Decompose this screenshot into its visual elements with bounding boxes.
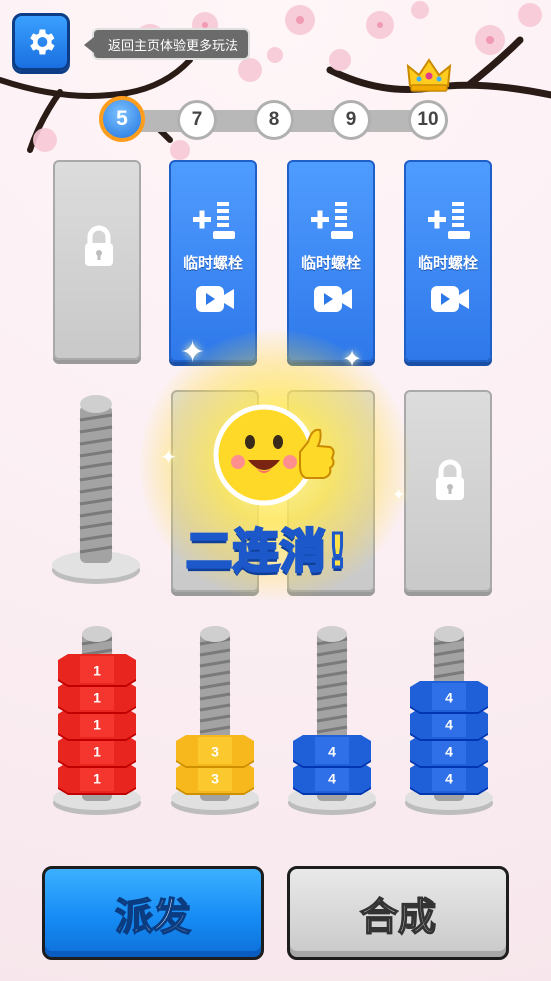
bolt-column[interactable]: 44 (287, 618, 377, 818)
video-camera-icon (314, 286, 352, 312)
crown-icon (406, 58, 452, 92)
nut-label: 1 (93, 663, 101, 679)
nut-label: 4 (445, 744, 453, 760)
bolt-column[interactable]: 1 1 1 1 1 (52, 618, 142, 818)
cherry-blossom-branch (0, 1, 551, 160)
sparkle-icon: ✦ (160, 445, 177, 469)
gear-icon (30, 29, 55, 55)
nut-label: 4 (445, 717, 453, 733)
combo-text: 二连消! (185, 523, 350, 580)
dispatch-button[interactable]: 派发 (42, 866, 264, 960)
thumbs-up-smiley-icon (213, 404, 335, 506)
add-bolt-icon (311, 202, 353, 239)
level-node: 10 (408, 100, 448, 140)
nut-label: 4 (328, 744, 336, 760)
level-node: 9 (331, 100, 371, 140)
temp-bolt-label: 临时螺栓 (300, 254, 361, 272)
sparkle-icon: ✦ (180, 335, 206, 370)
empty-bolt[interactable] (50, 390, 142, 590)
bolt-column[interactable]: 33 (170, 618, 260, 818)
nut-label: 1 (93, 690, 101, 706)
video-camera-icon (431, 286, 469, 312)
nut-label: 4 (445, 690, 453, 706)
nut-label: 1 (93, 771, 101, 787)
nut-label: 1 (93, 744, 101, 760)
locked-slot[interactable] (404, 390, 492, 592)
merge-button[interactable]: 合成 (287, 866, 509, 960)
temp-bolt-slot[interactable]: 临时螺栓 (169, 160, 257, 362)
nut-label: 4 (445, 771, 453, 787)
temp-bolt-label: 临时螺栓 (417, 254, 478, 272)
nut-label: 1 (93, 717, 101, 733)
nut-label: 4 (328, 771, 336, 787)
add-bolt-icon (193, 202, 235, 239)
padlock-icon (436, 459, 464, 500)
temp-bolt-label: 临时螺栓 (182, 254, 243, 272)
level-node-current: 5 (99, 96, 145, 142)
temp-bolt-slot[interactable]: 临时螺栓 (404, 160, 492, 362)
nut-label: 3 (211, 771, 219, 787)
settings-button[interactable] (12, 13, 70, 71)
sparkle-icon: ✦ (342, 345, 363, 373)
return-home-hint[interactable]: 返回主页体验更多玩法 (83, 28, 251, 60)
add-bolt-icon (428, 202, 470, 239)
padlock-icon (85, 225, 113, 266)
sparkle-icon: ✦ (392, 485, 406, 504)
bolt-column[interactable]: 4 4 4 4 (404, 618, 494, 818)
locked-slot[interactable] (53, 160, 141, 360)
level-node: 8 (254, 100, 294, 140)
level-node: 7 (177, 100, 217, 140)
nut-label: 3 (211, 744, 219, 760)
video-camera-icon (196, 286, 234, 312)
